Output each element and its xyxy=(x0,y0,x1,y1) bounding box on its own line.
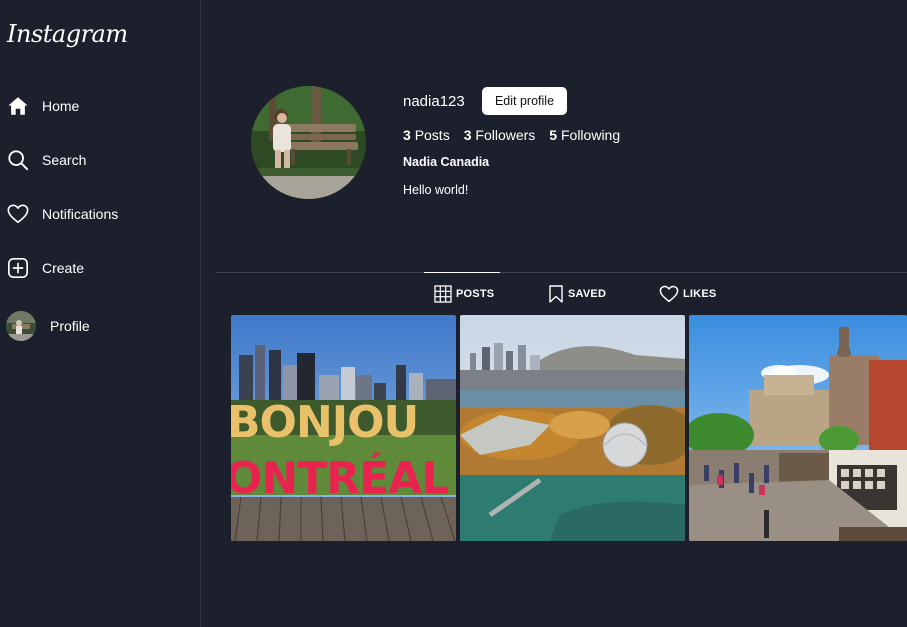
bookmark-icon xyxy=(548,285,564,303)
followers-stat[interactable]: 3 Followers xyxy=(464,127,536,143)
plus-square-icon xyxy=(6,256,30,280)
profile-avatar[interactable] xyxy=(251,86,366,199)
profile-full-name: Nadia Canadia xyxy=(403,155,490,169)
sidebar-item-label: Notifications xyxy=(42,206,119,222)
post-thumbnail[interactable]: BONJOU ONTRÉAL xyxy=(231,315,456,541)
sidebar-item-label: Create xyxy=(42,260,85,276)
sidebar-item-notifications[interactable]: Notifications xyxy=(6,199,196,229)
posts-count: 3 xyxy=(403,127,411,143)
tab-label: SAVED xyxy=(568,288,607,300)
sign-text-montreal: ONTRÉAL xyxy=(231,451,448,504)
heart-icon xyxy=(6,202,30,226)
posts-stat[interactable]: 3 Posts xyxy=(403,127,450,143)
tab-posts[interactable]: POSTS xyxy=(424,272,500,315)
sidebar-item-label: Search xyxy=(42,152,87,168)
posts-label: Posts xyxy=(414,127,450,143)
tab-label: LIKES xyxy=(683,288,717,300)
profile-bio: Hello world! xyxy=(403,183,469,197)
sidebar-item-label: Profile xyxy=(50,318,90,334)
sidebar-item-create[interactable]: Create xyxy=(6,253,196,283)
sign-text-bonjour: BONJOU xyxy=(231,397,418,448)
followers-count: 3 xyxy=(463,127,472,143)
profile-stats: 3 Posts 3 Followers 5 Following xyxy=(403,127,634,143)
app-root: Instagram Home Search Notifications Crea… xyxy=(0,0,907,627)
sidebar-item-search[interactable]: Search xyxy=(6,145,196,175)
instagram-logo[interactable]: Instagram xyxy=(7,20,128,48)
edit-profile-button[interactable]: Edit profile xyxy=(482,87,567,115)
following-label: Following xyxy=(560,127,621,143)
tab-label: POSTS xyxy=(456,288,495,300)
followers-label: Followers xyxy=(475,127,536,143)
sidebar: Instagram Home Search Notifications Crea… xyxy=(0,0,201,627)
post-thumbnail[interactable] xyxy=(689,315,907,541)
avatar xyxy=(6,311,36,341)
following-count: 5 xyxy=(549,127,558,143)
sidebar-item-home[interactable]: Home xyxy=(6,91,196,121)
home-icon xyxy=(6,94,30,118)
tab-likes[interactable]: LIKES xyxy=(659,273,716,315)
profile-username: nadia123 xyxy=(403,93,465,110)
search-icon xyxy=(6,148,30,172)
sidebar-item-label: Home xyxy=(42,98,80,114)
tab-saved[interactable]: SAVED xyxy=(548,273,606,315)
following-stat[interactable]: 5 Following xyxy=(549,127,620,143)
post-thumbnail[interactable] xyxy=(460,315,685,541)
grid-icon xyxy=(434,285,452,303)
sidebar-item-profile[interactable]: Profile xyxy=(6,311,196,341)
heart-icon xyxy=(659,285,679,303)
